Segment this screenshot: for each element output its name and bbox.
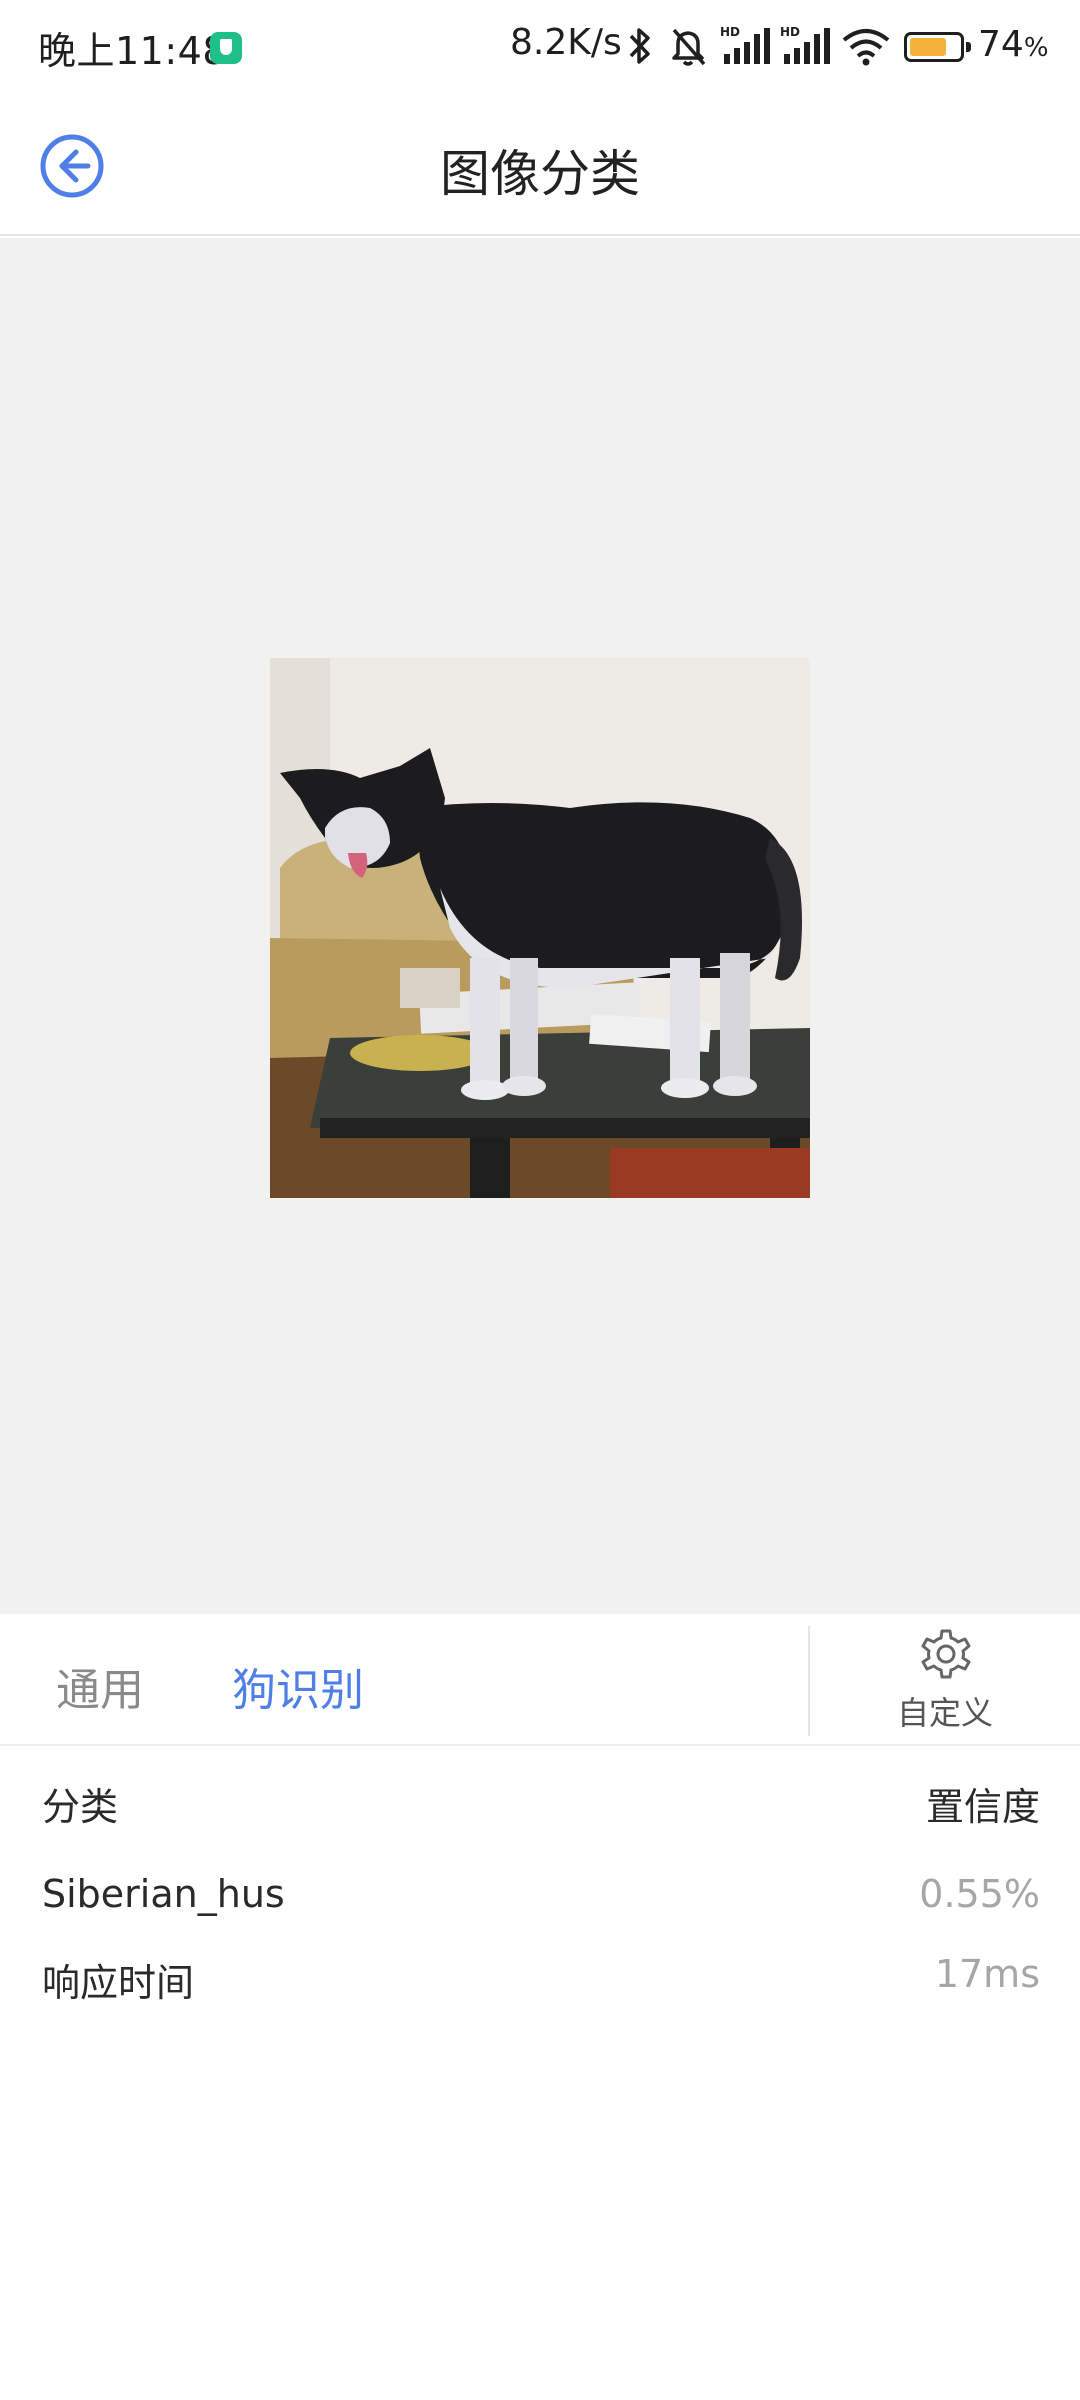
title-bar: 图像分类 — [0, 96, 1080, 236]
custom-label: 自定义 — [896, 1694, 993, 1732]
class-name: Siberian_hus — [42, 1872, 285, 1916]
mute-bell-icon — [672, 28, 706, 66]
model-tabs: 通用 狗识别 自定义 — [0, 1614, 1080, 1746]
hd-signal-icon: HD — [780, 25, 830, 64]
confidence-value: 0.55% — [919, 1872, 1040, 1916]
class-column-header: 分类 — [42, 1785, 119, 1829]
latency-value: 17ms — [934, 1952, 1040, 1996]
classified-photo — [270, 658, 810, 1198]
battery-percent: 74% — [978, 24, 1049, 65]
wifi-icon — [842, 29, 890, 66]
custom-settings-button[interactable]: 自定义 — [810, 1614, 1080, 1746]
image-preview-area — [0, 238, 1080, 1614]
battery-icon — [904, 32, 971, 62]
svg-text:HD: HD — [720, 25, 740, 39]
latency-label: 响应时间 — [42, 1961, 195, 2005]
bluetooth-icon — [629, 28, 650, 64]
tab-dog-recognition[interactable]: 狗识别 — [232, 1654, 364, 1718]
status-time: 晚上11:48 — [38, 29, 228, 73]
result-row: Siberian_hus 0.55% — [42, 1872, 1040, 1932]
tab-general[interactable]: 通用 — [56, 1654, 144, 1718]
battery-level — [910, 38, 946, 56]
network-speed: 8.2K/s — [510, 22, 622, 63]
results-panel: 分类 置信度 Siberian_hus 0.55% 响应时间 17ms — [0, 1748, 1080, 2400]
status-bar: 晚上11:48 8.2K/s HD HD 74% — [0, 0, 1080, 96]
hd-signal-icon: HD — [720, 25, 770, 64]
latency-row: 响应时间 17ms — [42, 1952, 1040, 2012]
vpn-shield-icon — [210, 32, 242, 64]
confidence-column-header: 置信度 — [925, 1785, 1040, 1829]
svg-text:HD: HD — [780, 25, 800, 39]
gear-icon — [921, 1629, 971, 1679]
page-title: 图像分类 — [440, 145, 640, 203]
results-header: 分类 置信度 — [42, 1776, 1040, 1836]
